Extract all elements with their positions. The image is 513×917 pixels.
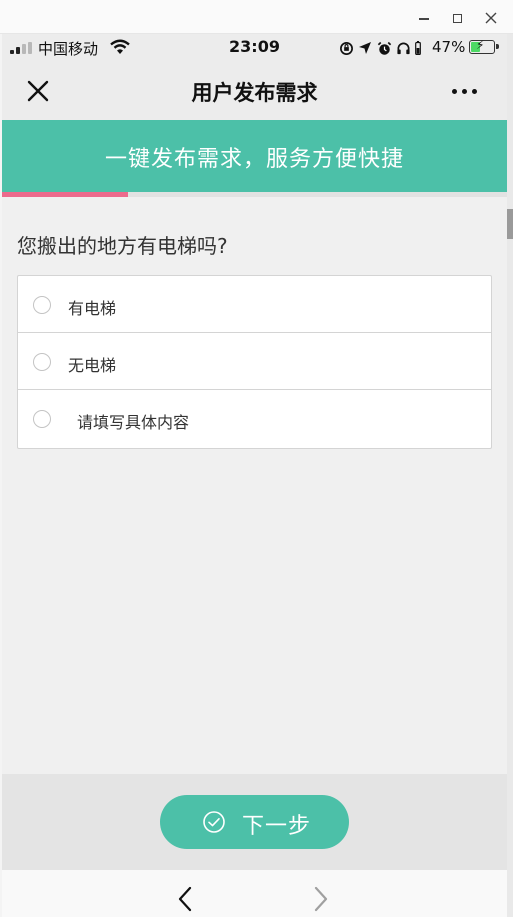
option-label: 请填写具体内容 bbox=[77, 413, 190, 432]
option-has-elevator[interactable]: 有电梯 bbox=[18, 276, 491, 333]
question-text: 您搬出的地方有电梯吗? bbox=[17, 234, 228, 258]
status-icons bbox=[338, 39, 422, 57]
option-other[interactable]: 请填写具体内容 bbox=[18, 390, 491, 448]
location-arrow-icon bbox=[357, 40, 373, 56]
radio-button[interactable] bbox=[33, 296, 51, 314]
battery-small-icon bbox=[414, 40, 422, 56]
option-no-elevator[interactable]: 无电梯 bbox=[18, 333, 491, 390]
check-circle-icon bbox=[202, 810, 226, 834]
status-bar: 中国移动 23:09 47% ⚡ bbox=[2, 34, 507, 62]
page-title: 用户发布需求 bbox=[191, 81, 318, 105]
headphones-icon bbox=[395, 40, 411, 56]
banner-text: 一键发布需求，服务方便快捷 bbox=[104, 147, 404, 172]
radio-button[interactable] bbox=[33, 410, 51, 428]
next-step-button[interactable]: 下一步 bbox=[160, 795, 349, 849]
charging-bolt-icon: ⚡ bbox=[476, 38, 485, 52]
browser-bottom-nav bbox=[2, 870, 507, 917]
battery-percent: 47% bbox=[432, 38, 466, 56]
option-list: 有电梯 无电梯 请填写具体内容 bbox=[17, 275, 492, 449]
banner: 一键发布需求，服务方便快捷 bbox=[2, 120, 507, 192]
next-step-label: 下一步 bbox=[242, 814, 312, 839]
minimize-icon[interactable] bbox=[415, 9, 433, 27]
progress-bar bbox=[2, 192, 507, 197]
orientation-lock-icon bbox=[338, 40, 354, 56]
more-dots-icon[interactable] bbox=[452, 84, 488, 98]
battery-icon: ⚡ bbox=[469, 38, 499, 54]
option-label: 无电梯 bbox=[68, 356, 117, 375]
footer: 下一步 bbox=[2, 774, 507, 870]
option-label: 有电梯 bbox=[68, 299, 117, 318]
forward-arrow-icon[interactable] bbox=[310, 885, 332, 913]
window-right-edge bbox=[507, 34, 513, 917]
progress-fill bbox=[2, 192, 129, 197]
window-titlebar bbox=[0, 0, 513, 34]
window-close-icon[interactable] bbox=[482, 9, 500, 27]
radio-button[interactable] bbox=[33, 353, 51, 371]
alarm-icon bbox=[376, 40, 392, 56]
navigation-bar: 用户发布需求 bbox=[2, 62, 507, 120]
maximize-icon[interactable] bbox=[448, 9, 466, 27]
phone-screen: 中国移动 23:09 47% ⚡ 用户发布需求 一键发布需求，服务方便快捷 您搬… bbox=[2, 34, 507, 917]
back-arrow-icon[interactable] bbox=[174, 885, 196, 913]
